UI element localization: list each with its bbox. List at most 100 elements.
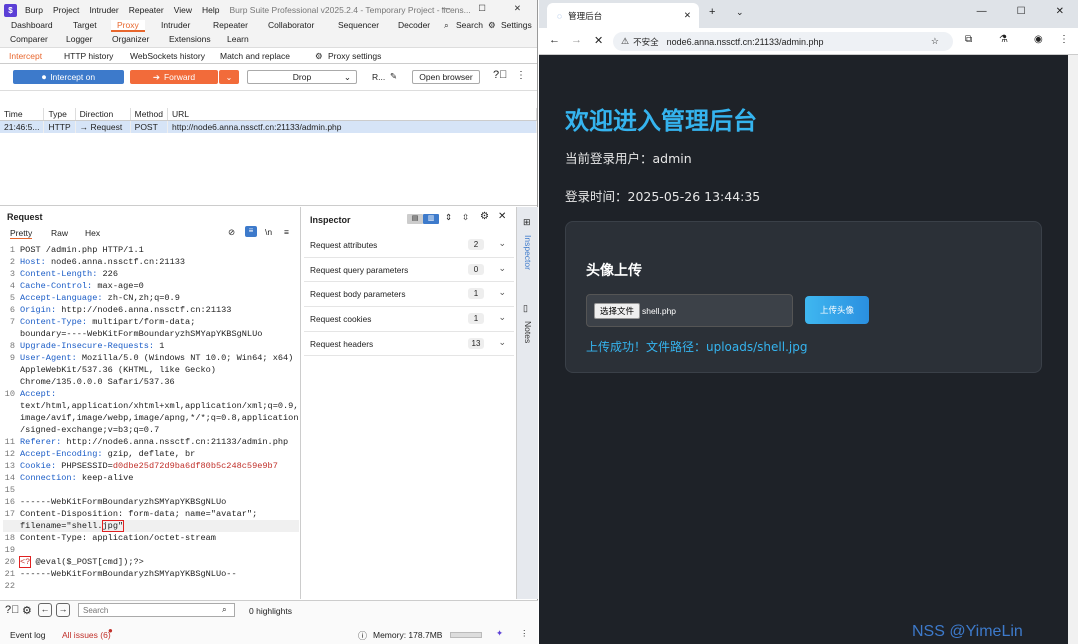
menu-project[interactable]: Project: [53, 5, 79, 15]
search-input[interactable]: [78, 603, 235, 617]
tab-learn[interactable]: Learn: [227, 34, 249, 44]
drop-button[interactable]: Drop ⌄: [247, 70, 357, 84]
minimize-icon[interactable]: —: [442, 3, 451, 14]
tab-organizer[interactable]: Organizer: [112, 34, 149, 44]
menu-burp[interactable]: Burp: [25, 5, 43, 15]
notes-tab-icon[interactable]: ▯: [523, 303, 528, 314]
menu-repeater[interactable]: Repeater: [129, 5, 164, 15]
back-icon[interactable]: ←: [549, 34, 560, 46]
subtab-http-history[interactable]: HTTP history: [64, 51, 113, 61]
wrap-icon[interactable]: ≡: [245, 226, 257, 237]
choose-file-button[interactable]: 选择文件: [594, 303, 640, 319]
event-log-button[interactable]: Event log: [10, 630, 45, 640]
collapse-icon[interactable]: ⇳: [462, 212, 469, 223]
col-direction[interactable]: Direction: [75, 108, 131, 121]
menu-help[interactable]: Help: [202, 5, 219, 15]
inspector-row-query[interactable]: Request query parameters 0 ⌄: [304, 258, 514, 283]
proxy-settings-button[interactable]: Proxy settings: [328, 51, 381, 61]
menu-intruder[interactable]: Intruder: [89, 5, 118, 15]
menu-icon[interactable]: ≡: [284, 227, 289, 237]
tab-decoder[interactable]: Decoder: [398, 20, 430, 30]
menu-view[interactable]: View: [174, 5, 192, 15]
new-tab-icon[interactable]: +: [709, 6, 715, 18]
chevron-down-icon[interactable]: ⌄: [736, 7, 744, 18]
minimize-icon[interactable]: —: [977, 6, 987, 17]
search-button[interactable]: Search: [456, 20, 483, 30]
forward-dropdown-button[interactable]: ⌄: [219, 70, 239, 84]
more-icon[interactable]: ⋮: [520, 628, 529, 639]
col-type[interactable]: Type: [43, 108, 76, 121]
vtab-inspector[interactable]: Inspector: [523, 235, 533, 270]
all-issues-button[interactable]: All issues (6): [62, 630, 111, 640]
layout-split-icon[interactable]: ▥: [423, 214, 439, 224]
tab-raw[interactable]: Raw: [51, 228, 68, 238]
open-browser-button[interactable]: Open browser: [412, 70, 480, 84]
subtab-match-replace[interactable]: Match and replace: [220, 51, 290, 61]
request-editor[interactable]: 1 POST /admin.php HTTP/1.1 2 Host: node6.an…: [3, 244, 299, 592]
close-icon[interactable]: ✕: [514, 3, 521, 14]
help-icon[interactable]: ?⃝: [493, 69, 507, 81]
layout-list-icon[interactable]: ▤: [407, 214, 423, 224]
inspector-row-body[interactable]: Request body parameters 1 ⌄: [304, 282, 514, 308]
tab-sequencer[interactable]: Sequencer: [338, 20, 379, 30]
col-url[interactable]: URL: [167, 108, 537, 121]
close-icon[interactable]: ✕: [684, 10, 691, 21]
back-arrow-icon[interactable]: ←: [38, 603, 52, 617]
inspector-tab-icon[interactable]: ⊞: [523, 217, 531, 228]
tab-dashboard[interactable]: Dashboard: [11, 20, 53, 30]
forward-button[interactable]: ➔ Forward: [130, 70, 218, 84]
profile-icon[interactable]: ◉: [1034, 34, 1043, 45]
browser-tab[interactable]: ◌ 管理后台 ✕: [547, 3, 699, 28]
address-bar[interactable]: ⚠ 不安全 node6.anna.nssctf.cn:21133/admin.p…: [613, 32, 953, 51]
gear-icon[interactable]: ⚙: [480, 211, 489, 222]
scrollbar[interactable]: [1068, 55, 1078, 644]
tab-hex[interactable]: Hex: [85, 228, 100, 238]
tab-intruder[interactable]: Intruder: [161, 20, 190, 30]
upload-button[interactable]: 上传头像: [805, 296, 869, 324]
maximize-icon[interactable]: ☐: [1017, 6, 1026, 17]
table-row[interactable]: 21:46:5... HTTP → Request POST http://no…: [0, 120, 537, 133]
gear-icon[interactable]: ⚙: [488, 20, 496, 31]
col-time[interactable]: Time: [0, 108, 45, 121]
more-icon[interactable]: ⋮: [1059, 34, 1069, 45]
newline-icon[interactable]: \n: [265, 227, 272, 237]
sparkle-icon[interactable]: ✦: [496, 628, 503, 639]
tab-target[interactable]: Target: [73, 20, 97, 30]
intercept-toggle-button[interactable]: ⏺ Intercept on: [13, 70, 124, 84]
line-number: 4: [9, 281, 15, 291]
tab-pretty[interactable]: Pretty: [10, 228, 32, 238]
close-icon[interactable]: ✕: [498, 211, 506, 222]
expand-icon[interactable]: ⇕: [445, 212, 452, 223]
tab-collaborator[interactable]: Collaborator: [268, 20, 314, 30]
tab-repeater[interactable]: Repeater: [213, 20, 248, 30]
col-method[interactable]: Method: [130, 108, 169, 121]
tab-logger[interactable]: Logger: [66, 34, 92, 44]
stop-icon[interactable]: ✕: [594, 34, 603, 47]
inspector-row-headers[interactable]: Request headers 13 ⌄: [304, 332, 514, 357]
extensions-icon[interactable]: ⧉: [965, 34, 972, 45]
forward-arrow-icon[interactable]: →: [56, 603, 70, 617]
maximize-icon[interactable]: ☐: [478, 3, 486, 14]
subtab-intercept[interactable]: Intercept: [9, 51, 42, 61]
inspector-row-attributes[interactable]: Request attributes 2 ⌄: [304, 233, 514, 258]
r-label[interactable]: R...: [372, 72, 385, 82]
vtab-notes[interactable]: Notes: [523, 321, 533, 343]
close-icon[interactable]: ✕: [1056, 6, 1064, 17]
file-input[interactable]: 选择文件 shell.php: [586, 294, 793, 327]
flask-icon[interactable]: ⚗: [999, 34, 1008, 45]
tab-comparer[interactable]: Comparer: [10, 34, 48, 44]
gear-icon[interactable]: ⚙: [22, 604, 32, 617]
forward-icon[interactable]: →: [571, 34, 582, 46]
inspector-row-cookies[interactable]: Request cookies 1 ⌄: [304, 307, 514, 332]
subtab-websockets-history[interactable]: WebSockets history: [130, 51, 205, 61]
tab-proxy[interactable]: Proxy: [111, 20, 145, 32]
pencil-icon[interactable]: ✎: [390, 71, 397, 82]
search-icon[interactable]: ⌕: [444, 20, 449, 31]
help-icon[interactable]: ?⃝: [5, 604, 19, 616]
tab-extensions[interactable]: Extensions: [169, 34, 211, 44]
star-icon[interactable]: ☆: [931, 36, 939, 47]
settings-button[interactable]: Settings: [501, 20, 532, 30]
more-icon[interactable]: ⋮: [516, 70, 526, 81]
eye-off-icon[interactable]: ⊘: [228, 227, 235, 238]
gear-icon[interactable]: ⚙: [315, 51, 323, 62]
